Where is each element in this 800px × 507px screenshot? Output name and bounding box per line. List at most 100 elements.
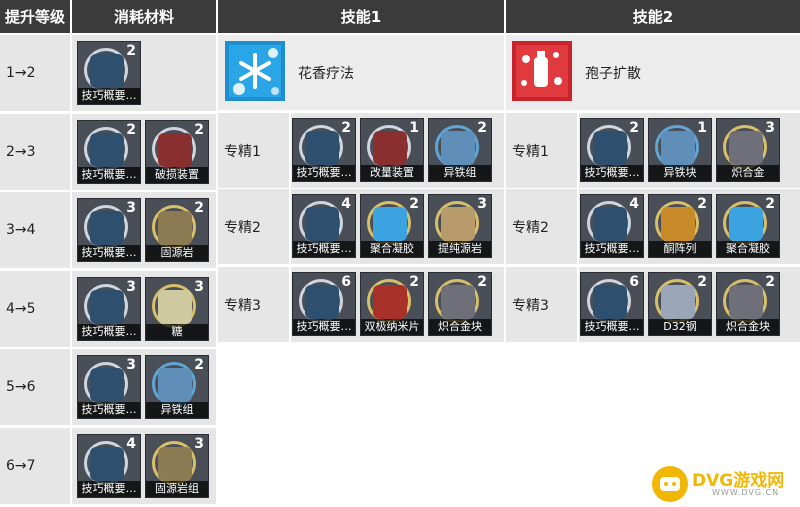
material-count: 3 <box>194 436 204 452</box>
material-image <box>158 290 192 324</box>
material-count: 3 <box>126 279 136 295</box>
material-count: 2 <box>409 196 419 212</box>
material-count: 3 <box>477 196 487 212</box>
material-item: 2 聚合凝胶 <box>360 194 424 258</box>
material-count: 4 <box>629 196 639 212</box>
material-item: 2 技巧概要… <box>580 118 644 182</box>
material-name: 异铁块 <box>649 165 711 181</box>
material-name: 双极纳米片 <box>361 319 423 335</box>
material-count: 2 <box>126 122 136 138</box>
material-count: 2 <box>697 274 707 290</box>
material-count: 4 <box>126 436 136 452</box>
material-count: 4 <box>341 196 351 212</box>
material-name: 异铁组 <box>146 402 208 418</box>
material-item: 4 技巧概要… <box>77 434 141 498</box>
skill1-mastery-label: 专精2 <box>224 219 261 236</box>
material-image <box>90 368 124 402</box>
header-level-label: 提升等级 <box>4 8 65 26</box>
material-count: 2 <box>697 196 707 212</box>
watermark-url: WWW.DVG.CN <box>712 488 780 497</box>
material-image <box>593 131 627 165</box>
material-image <box>729 131 763 165</box>
skill2-mastery-label: 专精2 <box>512 219 549 236</box>
material-name: 技巧概要… <box>293 165 355 181</box>
material-count: 3 <box>126 357 136 373</box>
material-item: 2 双极纳米片 <box>360 272 424 336</box>
material-count: 2 <box>477 120 487 136</box>
material-count: 2 <box>765 196 775 212</box>
skill1-mastery-label: 专精3 <box>224 297 261 314</box>
material-name: 破损装置 <box>146 167 208 183</box>
material-item: 6 技巧概要… <box>292 272 356 336</box>
material-name: 技巧概要… <box>581 319 643 335</box>
header-level: 提升等级 <box>0 0 70 33</box>
snowflake-flower-icon <box>225 41 285 101</box>
material-count: 2 <box>477 274 487 290</box>
upgrade-level: 6→7 <box>6 458 36 474</box>
material-item: 4 技巧概要… <box>292 194 356 258</box>
upgrade-level: 2→3 <box>6 144 36 160</box>
material-item: 3 技巧概要… <box>77 355 141 419</box>
material-image <box>305 207 339 241</box>
material-item: 2 破损装置 <box>145 120 209 184</box>
skill2-name: 孢子扩散 <box>585 66 641 82</box>
material-image <box>90 211 124 245</box>
material-image <box>90 133 124 167</box>
spore-spray-icon <box>512 41 572 101</box>
material-item: 2 炽合金块 <box>716 272 780 336</box>
cell-divider <box>577 189 579 264</box>
material-image <box>661 285 695 319</box>
material-name: 炽合金 <box>717 165 779 181</box>
material-item: 1 异铁块 <box>648 118 712 182</box>
upgrade-level: 1→2 <box>6 65 36 81</box>
material-image <box>90 54 124 88</box>
header-skill1: 技能1 <box>218 0 504 33</box>
material-name: 技巧概要… <box>581 241 643 257</box>
material-name: 技巧概要… <box>78 167 140 183</box>
material-image <box>158 133 192 167</box>
material-image <box>305 131 339 165</box>
material-image <box>441 131 475 165</box>
material-count: 3 <box>194 279 204 295</box>
cell-divider <box>577 267 579 342</box>
upgrade-level: 3→4 <box>6 222 36 238</box>
material-name: 炽合金块 <box>429 319 491 335</box>
material-item: 2 D32钢 <box>648 272 712 336</box>
material-name: 技巧概要… <box>581 165 643 181</box>
material-image <box>373 207 407 241</box>
material-image <box>158 211 192 245</box>
material-count: 2 <box>629 120 639 136</box>
header-materials: 消耗材料 <box>72 0 216 33</box>
material-count: 6 <box>629 274 639 290</box>
material-image <box>661 131 695 165</box>
upgrade-level: 4→5 <box>6 301 36 317</box>
material-image <box>593 207 627 241</box>
material-name: 聚合凝胶 <box>717 241 779 257</box>
material-count: 2 <box>409 274 419 290</box>
material-image <box>729 207 763 241</box>
material-item: 2 技巧概要… <box>292 118 356 182</box>
material-count: 2 <box>194 200 204 216</box>
material-item: 3 技巧概要… <box>77 198 141 262</box>
material-image <box>305 285 339 319</box>
material-count: 6 <box>341 274 351 290</box>
material-item: 3 固源岩组 <box>145 434 209 498</box>
material-image <box>441 285 475 319</box>
cell-divider <box>289 189 291 264</box>
material-name: 技巧概要… <box>78 245 140 261</box>
material-name: 改量装置 <box>361 165 423 181</box>
material-item: 2 聚合凝胶 <box>716 194 780 258</box>
material-item: 3 技巧概要… <box>77 277 141 341</box>
material-name: 技巧概要… <box>293 319 355 335</box>
material-item: 2 异铁组 <box>145 355 209 419</box>
header-materials-label: 消耗材料 <box>113 8 174 26</box>
material-name: 技巧概要… <box>78 402 140 418</box>
material-name: 固源岩组 <box>146 481 208 497</box>
material-count: 1 <box>697 120 707 136</box>
material-name: 技巧概要… <box>293 241 355 257</box>
material-count: 1 <box>409 120 419 136</box>
material-item: 2 酮阵列 <box>648 194 712 258</box>
material-count: 2 <box>341 120 351 136</box>
material-item: 2 异铁组 <box>428 118 492 182</box>
material-name: 糖 <box>146 324 208 340</box>
